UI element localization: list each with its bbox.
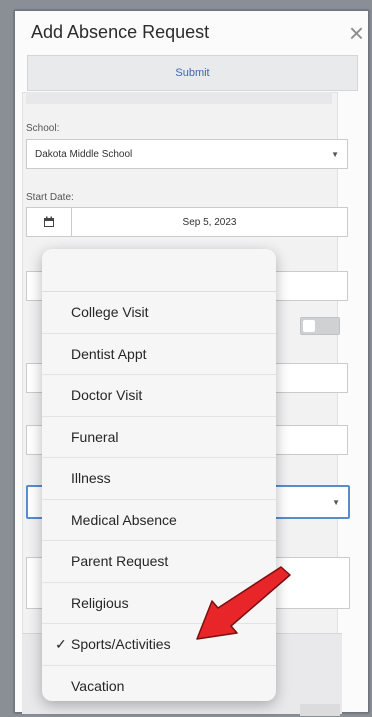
form-top-strip [26, 92, 332, 104]
school-select[interactable]: Dakota Middle School ▼ [26, 139, 348, 169]
dropdown-item-label: Sports/Activities [71, 636, 171, 653]
start-date-label: Start Date: [26, 192, 74, 203]
school-select-value: Dakota Middle School [35, 148, 133, 160]
dropdown-item-label: Medical Absence [71, 511, 177, 528]
dropdown-item-college-visit[interactable]: College Visit [42, 292, 276, 334]
dropdown-item-label: Funeral [71, 428, 119, 445]
dropdown-item-label: Dentist Appt [71, 345, 147, 362]
dropdown-item-doctor-visit[interactable]: Doctor Visit [42, 375, 276, 417]
dropdown-item-funeral[interactable]: Funeral [42, 417, 276, 458]
school-label: School: [26, 123, 60, 134]
toggle-knob [303, 320, 315, 332]
dropdown-item-vacation[interactable]: Vacation [42, 666, 276, 702]
all-day-toggle[interactable] [300, 317, 340, 335]
dropdown-item-label: Religious [71, 594, 129, 611]
dropdown-blank-option[interactable] [42, 249, 276, 292]
caret-down-icon: ▼ [331, 150, 339, 159]
caret-down-icon: ▼ [332, 498, 340, 507]
modal-title: Add Absence Request [31, 22, 210, 42]
submit-button[interactable]: Submit [27, 55, 358, 91]
calendar-icon[interactable] [27, 208, 72, 236]
dropdown-item-label: Vacation [71, 678, 125, 695]
dropdown-item-sports-activities[interactable]: ✓ Sports/Activities [42, 624, 276, 666]
dropdown-item-religious[interactable]: Religious [42, 583, 276, 624]
dropdown-item-parent-request[interactable]: Parent Request [42, 541, 276, 583]
dropdown-item-label: Doctor Visit [71, 387, 143, 404]
dropdown-item-medical-absence[interactable]: Medical Absence [42, 500, 276, 541]
close-icon[interactable]: × [349, 19, 364, 47]
dropdown-item-illness[interactable]: Illness [42, 458, 276, 500]
lower-toggle[interactable] [300, 704, 340, 716]
dropdown-item-label: Illness [71, 470, 111, 487]
reason-dropdown-menu: College Visit Dentist Appt Doctor Visit … [42, 249, 276, 701]
checkmark-icon: ✓ [55, 636, 67, 652]
start-date-value: Sep 5, 2023 [182, 216, 237, 228]
dropdown-item-label: Parent Request [71, 553, 169, 570]
start-date-field[interactable]: Sep 5, 2023 [26, 207, 348, 237]
dropdown-item-label: College Visit [71, 304, 149, 321]
dropdown-item-dentist-appt[interactable]: Dentist Appt [42, 334, 276, 375]
